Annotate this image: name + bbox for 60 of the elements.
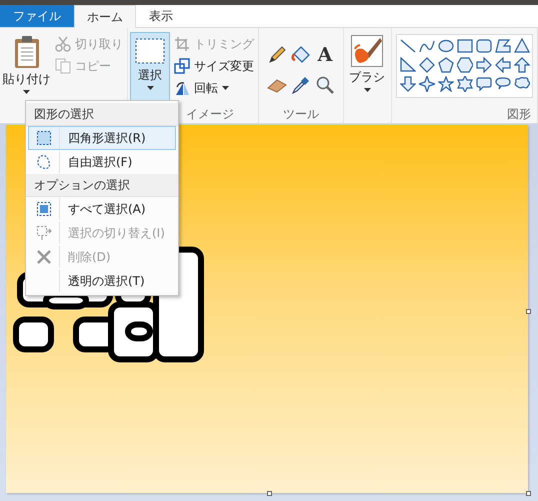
four-point-star-icon[interactable] bbox=[418, 76, 434, 92]
magnifier-icon[interactable] bbox=[316, 76, 334, 94]
tab[interactable]: 表示 bbox=[136, 5, 186, 27]
menu-item[interactable]: 透明の選択(T) bbox=[28, 269, 176, 293]
ribbon-button[interactable]: サイズ変更 bbox=[174, 56, 256, 76]
caret-icon bbox=[23, 90, 30, 94]
eraser-icon[interactable] bbox=[267, 77, 287, 93]
group-label: イメージ bbox=[186, 106, 234, 122]
polygon-icon[interactable] bbox=[494, 38, 510, 54]
group-label: ツール bbox=[283, 106, 319, 122]
paste-button[interactable]: 貼り付け bbox=[2, 32, 51, 105]
pentagon-icon[interactable] bbox=[438, 56, 454, 72]
menu-heading: 図形の選択 bbox=[26, 103, 178, 126]
crop-icon bbox=[174, 36, 190, 52]
right-arrow-icon[interactable] bbox=[476, 56, 492, 72]
group-label: 図形 bbox=[507, 106, 531, 122]
up-arrow-icon[interactable] bbox=[514, 56, 530, 72]
copy-icon bbox=[55, 58, 71, 74]
six-point-star-icon[interactable] bbox=[456, 76, 472, 92]
cloud-callout-icon[interactable] bbox=[514, 76, 530, 92]
resize-handle[interactable] bbox=[267, 491, 272, 496]
caret-icon bbox=[222, 86, 229, 90]
caret-icon bbox=[146, 86, 154, 90]
hexagon-icon[interactable] bbox=[456, 56, 472, 72]
ribbon-button[interactable]: 回転 bbox=[174, 78, 256, 98]
eyedropper-icon[interactable] bbox=[292, 76, 310, 94]
caret-icon bbox=[364, 88, 370, 92]
rotate-icon bbox=[174, 80, 190, 96]
line-icon[interactable] bbox=[400, 38, 416, 54]
menu-item[interactable]: すべて選択(A) bbox=[28, 197, 176, 221]
rectangle-icon[interactable] bbox=[456, 38, 472, 54]
brushes-button[interactable]: ブラシ bbox=[346, 32, 388, 105]
oval-callout-icon[interactable] bbox=[494, 76, 510, 92]
menu-item[interactable]: 四角形選択(R) bbox=[28, 126, 176, 150]
menu-heading: オプションの選択 bbox=[26, 174, 178, 197]
resize-icon bbox=[174, 58, 190, 74]
diamond-icon[interactable] bbox=[418, 56, 434, 72]
down-arrow-icon[interactable] bbox=[400, 76, 416, 92]
oval-icon[interactable] bbox=[438, 38, 454, 54]
text-tool-icon[interactable]: A bbox=[318, 46, 332, 64]
resize-handle[interactable] bbox=[526, 491, 531, 496]
invert-selection-icon bbox=[36, 225, 52, 241]
tab[interactable]: ファイル bbox=[0, 5, 74, 27]
tab[interactable]: ホーム bbox=[74, 5, 136, 28]
delete-icon bbox=[36, 249, 52, 265]
scissors-icon bbox=[55, 36, 71, 52]
dashed-square-icon bbox=[36, 130, 52, 146]
dashed-blob-icon bbox=[36, 154, 52, 170]
menu-item[interactable]: 自由選択(F) bbox=[28, 150, 176, 174]
resize-handle[interactable] bbox=[526, 309, 531, 314]
rounded-rectangle-icon[interactable] bbox=[476, 38, 492, 54]
right-triangle-icon[interactable] bbox=[400, 56, 416, 72]
left-arrow-icon[interactable] bbox=[494, 56, 510, 72]
star-icon[interactable] bbox=[438, 76, 454, 92]
select-all-icon bbox=[36, 201, 52, 217]
pencil-icon[interactable] bbox=[268, 46, 286, 64]
rounded-callout-icon[interactable] bbox=[476, 76, 492, 92]
triangle-icon[interactable] bbox=[514, 38, 530, 54]
paint-bucket-icon[interactable] bbox=[291, 45, 311, 65]
paintbrush-icon bbox=[351, 35, 383, 67]
